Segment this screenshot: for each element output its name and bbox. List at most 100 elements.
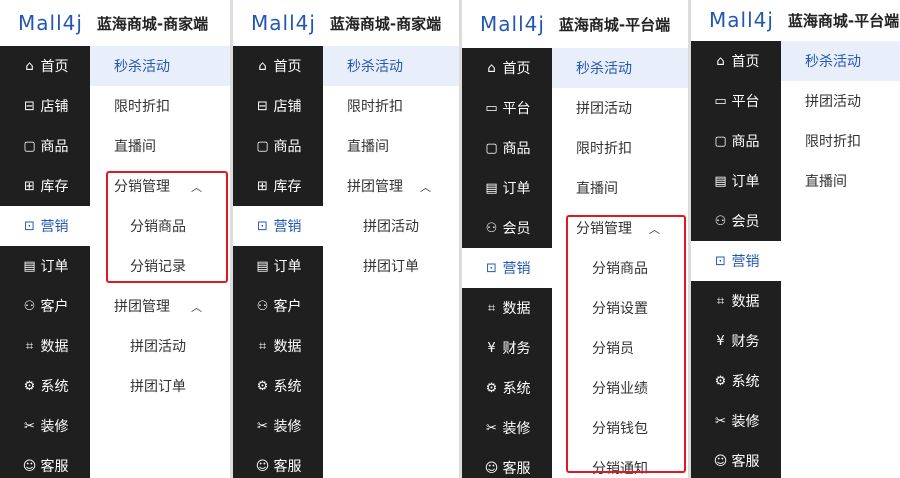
sidebar-item-order[interactable]: ▤ 订单 [691,161,781,201]
submenu-item[interactable]: 秒杀活动 [552,48,688,88]
submenu-label: 分销管理 [576,221,632,237]
submenu-label: 分销商品 [592,261,648,277]
submenu-item[interactable]: 拼团订单 [90,366,230,406]
submenu-item[interactable]: 拼团订单 [323,246,459,286]
sidebar-item-decorate[interactable]: ✂ 装修 [233,406,323,446]
sidebar-item-member[interactable]: ⚇ 会员 [462,208,552,248]
sidebar-item-label: 首页 [731,54,760,70]
submenu-item[interactable]: 直播间 [781,161,900,201]
submenu-item[interactable]: 分销商品 [552,248,688,288]
sidebar-item-settings[interactable]: ⚙ 系统 [233,366,323,406]
submenu-label: 秒杀活动 [576,61,632,77]
submenu-item[interactable]: 分销通知 [552,448,688,478]
sidebar-item-data[interactable]: ⌗ 数据 [691,281,781,321]
sidebar-item-order[interactable]: ▤ 订单 [0,246,90,286]
submenu-item[interactable]: 限时折扣 [323,86,459,126]
submenu-item[interactable]: 分销员 [552,328,688,368]
sidebar-item-platform[interactable]: ▭ 平台 [462,88,552,128]
sidebar-item-gift[interactable]: ⊡ 营销 [0,206,90,246]
sidebar-item-settings[interactable]: ⚙ 系统 [0,366,90,406]
sidebar-item-home[interactable]: ⌂ 首页 [691,41,781,81]
submenu-item[interactable]: 秒杀活动 [323,46,459,86]
submenu-label: 分销通知 [592,461,648,477]
submenu-item[interactable]: 秒杀活动 [90,46,230,86]
submenu-item[interactable]: 拼团活动 [323,206,459,246]
mall4j-logo[interactable]: Mall4j [709,8,774,32]
submenu-item[interactable]: 拼团活动 [781,81,900,121]
sidebar-item-decorate[interactable]: ✂ 装修 [0,406,90,446]
submenu-item[interactable]: 分销商品 [90,206,230,246]
sidebar-item-finance[interactable]: ¥ 财务 [462,328,552,368]
mall4j-logo[interactable]: Mall4j [480,12,545,36]
app-header: Mall4j 蓝海商城-平台端 [462,0,688,48]
submenu-group[interactable]: 拼团管理 ︿ [323,166,459,206]
sidebar-item-product[interactable]: ▢ 商品 [233,126,323,166]
submenu-item[interactable]: 分销业绩 [552,368,688,408]
submenu-item[interactable]: 限时折扣 [90,86,230,126]
sidebar-item-chat[interactable]: ☺ 客服 [462,448,552,478]
sidebar-item-chat[interactable]: ☺ 客服 [0,446,90,478]
sidebar-item-settings[interactable]: ⚙ 系统 [691,361,781,401]
submenu-item[interactable]: 直播间 [90,126,230,166]
sidebar-item-settings[interactable]: ⚙ 系统 [462,368,552,408]
product-icon: ▢ [714,133,727,149]
submenu-label: 拼团活动 [363,219,419,235]
chevron-up-icon[interactable]: ︿ [649,221,660,237]
sidebar-item-chat[interactable]: ☺ 客服 [691,441,781,478]
sidebar-item-chat[interactable]: ☺ 客服 [233,446,323,478]
submenu-item[interactable]: 分销记录 [90,246,230,286]
sidebar-item-member[interactable]: ⚇ 会员 [691,201,781,241]
sidebar-item-home[interactable]: ⌂ 首页 [233,46,323,86]
sidebar-item-gift[interactable]: ⊡ 营销 [462,248,552,288]
sidebar-item-decorate[interactable]: ✂ 装修 [462,408,552,448]
sidebar-item-customer[interactable]: ⚇ 客户 [0,286,90,326]
sidebar-item-finance[interactable]: ¥ 财务 [691,321,781,361]
sidebar-item-data[interactable]: ⌗ 数据 [233,326,323,366]
sidebar-item-store[interactable]: ⊟ 店铺 [233,86,323,126]
sidebar-item-platform[interactable]: ▭ 平台 [691,81,781,121]
sidebar-item-gift[interactable]: ⊡ 营销 [691,241,781,281]
submenu-item[interactable]: 分销钱包 [552,408,688,448]
submenu-group[interactable]: 拼团管理 ︿ [90,286,230,326]
sidebar-item-decorate[interactable]: ✂ 装修 [691,401,781,441]
sidebar-item-store[interactable]: ⊟ 店铺 [0,86,90,126]
submenu-item[interactable]: 拼团活动 [90,326,230,366]
submenu-item[interactable]: 秒杀活动 [781,41,900,81]
chevron-up-icon[interactable]: ︿ [191,299,202,315]
submenu-group[interactable]: 分销管理 ︿ [552,208,688,248]
submenu-item[interactable]: 限时折扣 [552,128,688,168]
order-icon: ▤ [485,180,498,196]
sidebar-item-customer[interactable]: ⚇ 客户 [233,286,323,326]
submenu-group[interactable]: 分销管理 ︿ [90,166,230,206]
sub-menu: 秒杀活动 限时折扣 直播间 分销管理 ︿ 分销商品 分销记录 拼团管理 ︿ 拼团活动 拼团订单 [90,46,230,478]
submenu-item[interactable]: 分销设置 [552,288,688,328]
sidebar-item-stock[interactable]: ⊞ 库存 [233,166,323,206]
data-icon: ⌗ [258,338,267,354]
submenu-item[interactable]: 限时折扣 [781,121,900,161]
sidebar-item-home[interactable]: ⌂ 首页 [462,48,552,88]
decorate-icon: ✂ [257,418,268,434]
sidebar-item-product[interactable]: ▢ 商品 [0,126,90,166]
chevron-up-icon[interactable]: ︿ [420,179,431,195]
sidebar-item-label: 商品 [40,139,69,155]
mall4j-logo[interactable]: Mall4j [251,11,316,35]
sidebar-item-data[interactable]: ⌗ 数据 [462,288,552,328]
sidebar-item-product[interactable]: ▢ 商品 [691,121,781,161]
main-sidebar: ⌂ 首页 ⊟ 店铺 ▢ 商品 ⊞ 库存 ⊡ 营销 ▤ 订单 ⚇ 客户 ⌗ 数据 ⚙ 系统 ✂ 装修 ☺ 客服 [0,46,90,478]
sidebar-item-gift[interactable]: ⊡ 营销 [233,206,323,246]
sidebar-item-data[interactable]: ⌗ 数据 [0,326,90,366]
submenu-item[interactable]: 直播间 [552,168,688,208]
submenu-item[interactable]: 拼团活动 [552,88,688,128]
sidebar-item-stock[interactable]: ⊞ 库存 [0,166,90,206]
home-icon: ⌂ [716,53,725,69]
chevron-up-icon[interactable]: ︿ [191,179,202,195]
sub-menu: 秒杀活动 拼团活动 限时折扣 直播间 分销管理 ︿ 分销商品 分销设置 分销员 分销业绩 分销钱包分… [552,48,688,478]
submenu-item[interactable]: 直播间 [323,126,459,166]
sidebar-item-product[interactable]: ▢ 商品 [462,128,552,168]
sidebar-item-order[interactable]: ▤ 订单 [233,246,323,286]
main-sidebar: ⌂ 首页 ⊟ 店铺 ▢ 商品 ⊞ 库存 ⊡ 营销 ▤ 订单 ⚇ 客户 ⌗ 数据 ⚙ 系统 ✂ 装修 ☺ 客服 [233,46,323,478]
mall4j-logo[interactable]: Mall4j [18,11,83,35]
sidebar-item-order[interactable]: ▤ 订单 [462,168,552,208]
sidebar-item-label: 首页 [40,59,69,75]
sidebar-item-home[interactable]: ⌂ 首页 [0,46,90,86]
